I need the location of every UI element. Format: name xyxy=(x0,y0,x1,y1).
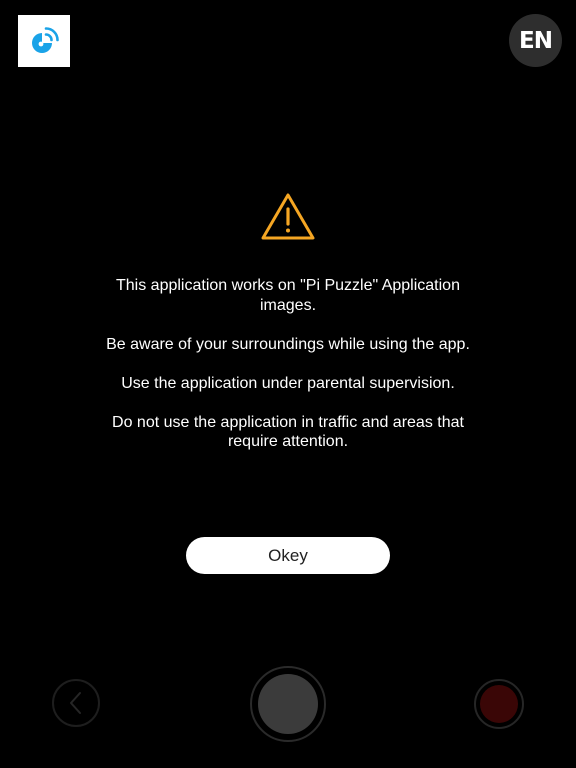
language-button[interactable]: EN xyxy=(509,14,562,67)
language-label: EN xyxy=(519,27,553,54)
message-surroundings: Be aware of your surroundings while usin… xyxy=(106,335,470,353)
okey-button[interactable]: Okey xyxy=(186,537,390,574)
pi-puzzle-logo-icon xyxy=(32,27,59,53)
app-screen: EN This application works on "Pi Puzzle"… xyxy=(0,0,576,768)
message-pi-puzzle: This application works on "Pi Puzzle" Ap… xyxy=(116,277,460,314)
back-button[interactable] xyxy=(52,679,100,727)
warning-triangle-icon xyxy=(261,193,315,240)
chevron-left-icon xyxy=(70,692,81,714)
app-logo[interactable] xyxy=(18,15,70,67)
shutter-button[interactable] xyxy=(250,666,326,742)
warning-message: This application works on "Pi Puzzle" Ap… xyxy=(88,276,488,471)
shutter-icon xyxy=(258,674,318,734)
message-traffic: Do not use the application in traffic an… xyxy=(112,413,464,451)
record-button[interactable] xyxy=(474,679,524,729)
message-parental: Use the application under parental super… xyxy=(121,374,455,392)
record-icon xyxy=(480,685,518,723)
